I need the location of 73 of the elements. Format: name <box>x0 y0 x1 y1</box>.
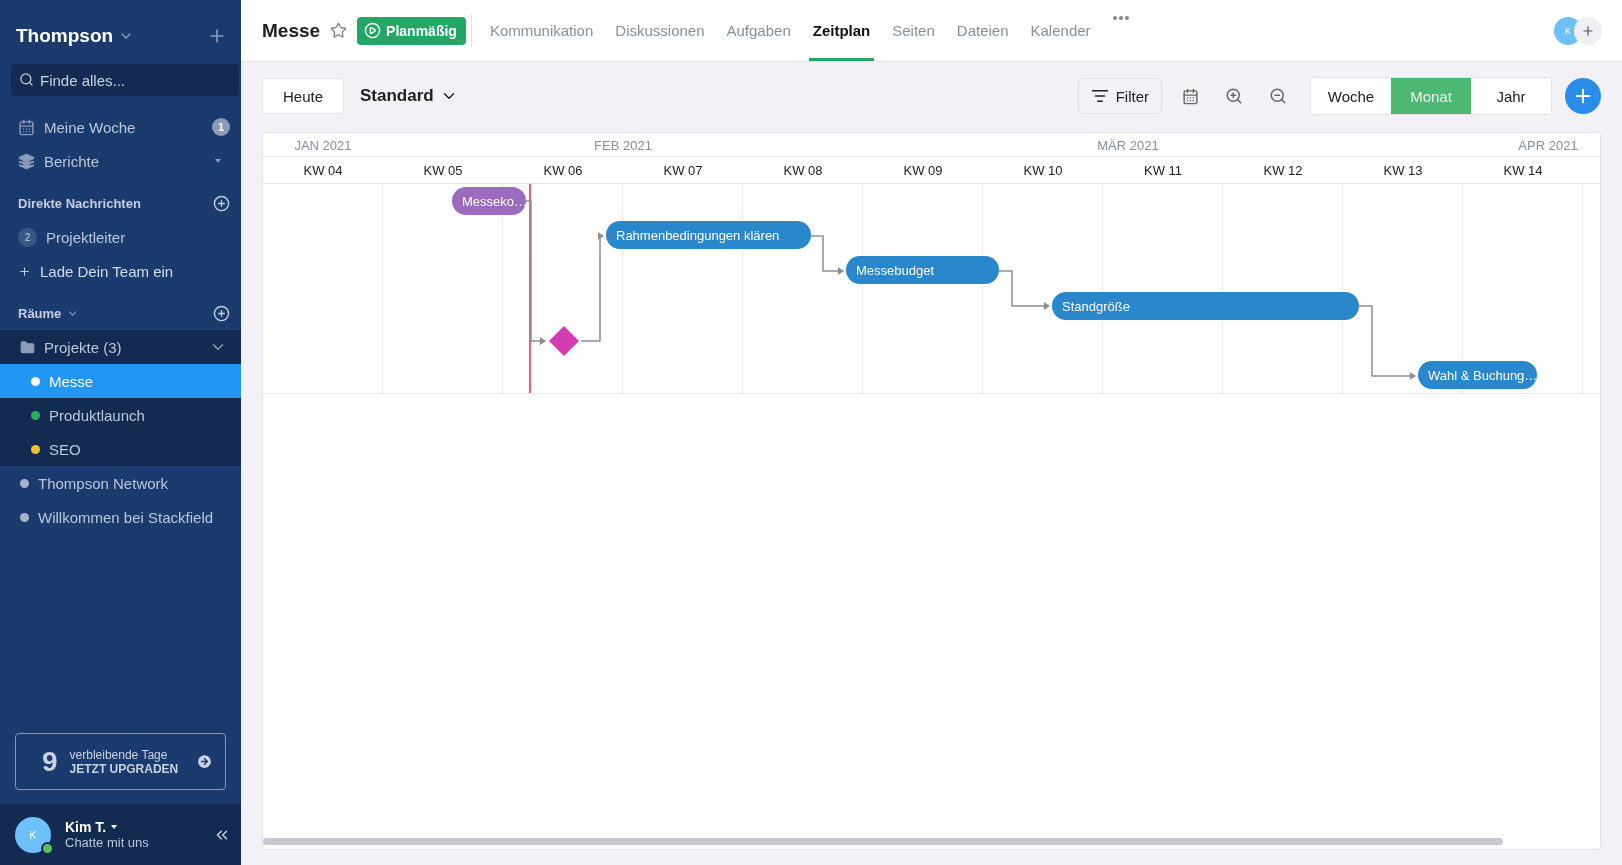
month-label: JAN 2021 <box>294 138 352 153</box>
today-button[interactable]: Heute <box>262 78 345 114</box>
week-label: KW 10 <box>1023 162 1063 178</box>
chat-link[interactable]: Chatte mit uns <box>65 835 199 850</box>
room-item[interactable]: Willkommen bei Stackfield <box>0 500 241 534</box>
week-label: KW 06 <box>543 162 583 178</box>
scrollbar[interactable] <box>263 838 1503 845</box>
folder-icon <box>20 339 35 355</box>
nav-tab[interactable]: Kalender <box>1026 0 1095 61</box>
week-label: KW 09 <box>903 162 943 178</box>
nav-tab[interactable]: Seiten <box>888 0 939 61</box>
days-label: verbleibende Tage <box>69 747 169 762</box>
calendar-icon <box>1181 87 1199 105</box>
plus-icon[interactable] <box>18 264 31 278</box>
week-label: KW 13 <box>1383 162 1423 178</box>
nav-tab[interactable]: Dateien <box>952 0 1013 61</box>
task-bar[interactable]: Rahmenbedingungen klären <box>606 221 811 249</box>
caret-icon[interactable] <box>111 825 118 829</box>
room-item[interactable]: Produktlaunch <box>0 398 241 432</box>
play-icon <box>364 22 382 39</box>
search-icon <box>19 72 34 87</box>
plus-icon <box>1581 23 1595 38</box>
week-label: KW 04 <box>303 162 343 178</box>
view-dropdown[interactable]: Standard <box>360 86 458 106</box>
invite-link[interactable]: Lade Dein Team ein <box>40 262 230 280</box>
section-title: Räume <box>18 305 62 321</box>
zoom-in-icon <box>1225 87 1243 105</box>
nav-tab[interactable]: Zeitplan <box>808 0 875 61</box>
milestone-diamond[interactable] <box>549 326 579 356</box>
task-bar[interactable]: Standgröße <box>1052 292 1359 320</box>
week-label: KW 05 <box>423 162 463 178</box>
more-icon <box>1112 16 1129 20</box>
task-bar[interactable]: Wahl & Buchung… <box>1418 361 1537 389</box>
month-label: APR 2021 <box>1518 138 1578 153</box>
task-bar[interactable]: Messeko… <box>452 187 526 215</box>
week-label: KW 08 <box>783 162 823 178</box>
task-bar[interactable]: Messebudget <box>846 256 999 284</box>
project-title: Messe <box>262 19 321 42</box>
section-title: Direkte Nachrichten <box>18 195 141 211</box>
nav-tab[interactable]: Kommunikation <box>485 0 598 61</box>
week-label: KW 11 <box>1143 162 1183 178</box>
count-badge: 1 <box>212 118 230 136</box>
user-name[interactable]: Kim T. <box>65 819 107 835</box>
zoom-out-icon <box>1269 87 1287 105</box>
add-button[interactable] <box>1565 78 1601 114</box>
week-label: KW 07 <box>663 162 703 178</box>
add-circle-icon[interactable] <box>213 194 230 212</box>
days-count: 9 <box>42 745 58 778</box>
nav-tab[interactable]: Diskussionen <box>611 0 709 61</box>
filter-button[interactable]: Filter <box>1077 78 1162 114</box>
nav-item[interactable]: Meine Woche <box>44 118 203 136</box>
week-label: KW 14 <box>1503 162 1543 178</box>
filter-icon <box>1090 87 1109 105</box>
room-item[interactable]: SEO <box>0 432 241 466</box>
arrow-right-icon <box>196 753 213 770</box>
member-count: 2 <box>18 227 37 247</box>
workspace-name[interactable]: Thompson <box>16 25 114 47</box>
nav-item[interactable]: Berichte <box>44 152 206 170</box>
week-label: KW 12 <box>1263 162 1303 178</box>
calendar-icon <box>18 118 35 136</box>
star-icon[interactable] <box>330 22 348 39</box>
nav-tab[interactable]: Aufgaben <box>722 0 795 61</box>
add-member-button[interactable] <box>1574 16 1602 45</box>
dependency-arrow <box>810 235 844 275</box>
room-item[interactable]: Thompson Network <box>0 466 241 500</box>
layers-icon <box>18 152 35 170</box>
add-circle-icon[interactable] <box>213 304 230 322</box>
month-label: FEB 2021 <box>594 138 652 153</box>
upgrade-label: JETZT UPGRADEN <box>69 761 180 776</box>
dependency-arrow <box>998 270 1050 310</box>
search-field[interactable]: Finde alles... <box>11 64 239 96</box>
month-label: MÄR 2021 <box>1097 138 1159 153</box>
conversation-item[interactable]: Projektleiter <box>46 228 230 246</box>
